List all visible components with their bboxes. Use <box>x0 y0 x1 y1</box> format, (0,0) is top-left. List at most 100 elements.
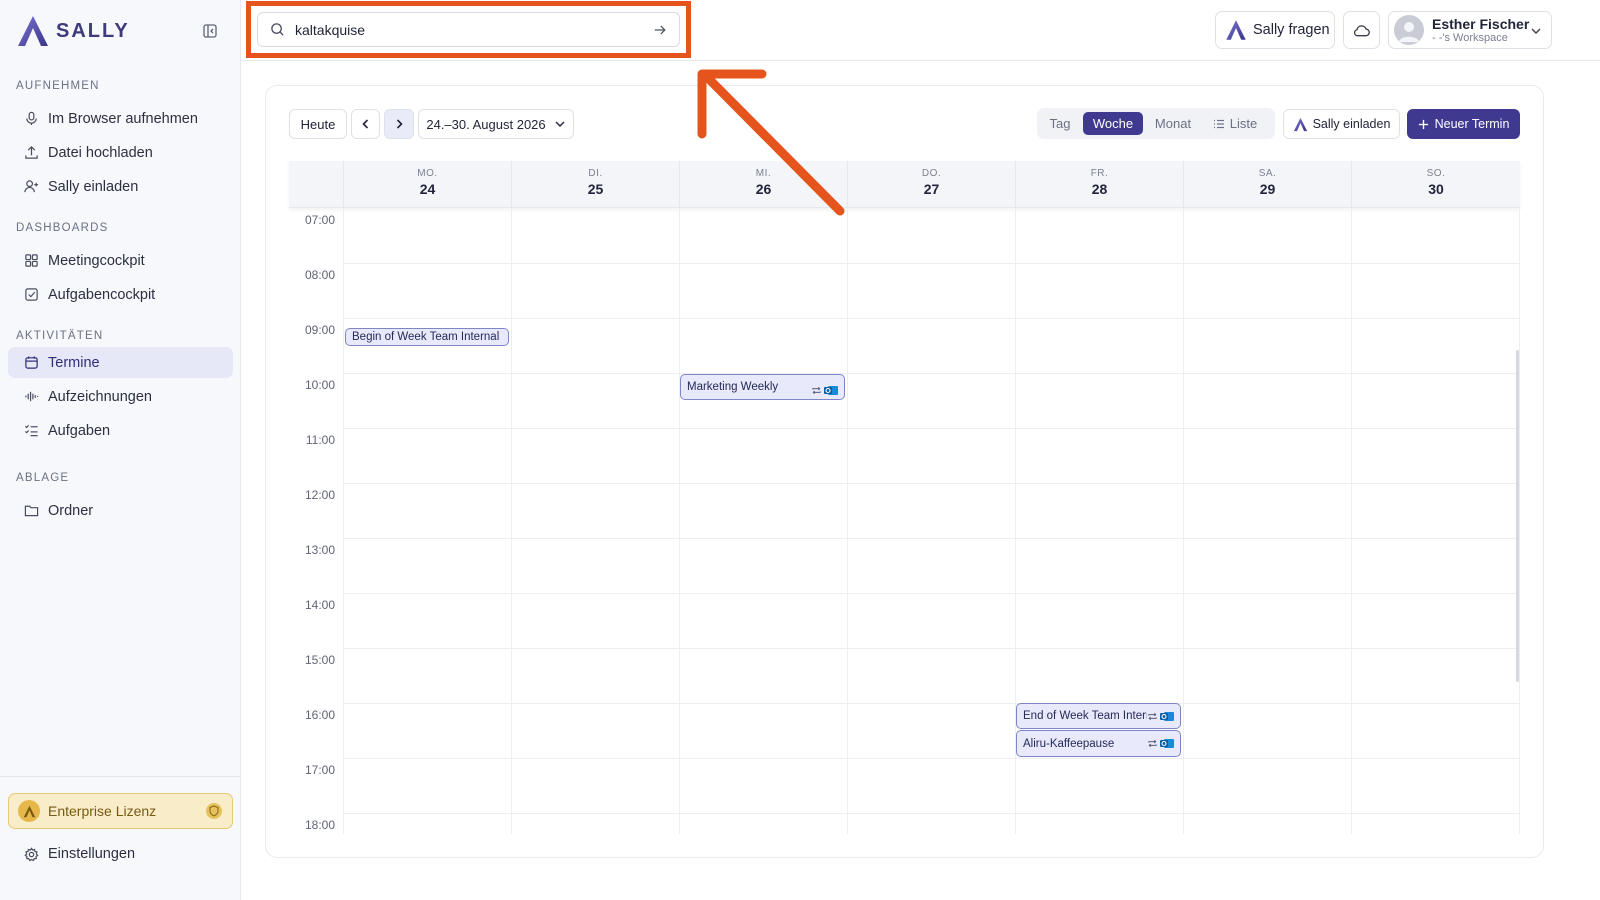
sidebar-item-label: Im Browser aufnehmen <box>48 110 198 127</box>
sidebar-item-aufgabencockpit[interactable]: Aufgabencockpit <box>8 279 233 310</box>
chevron-down-icon <box>1531 28 1541 34</box>
search-bar[interactable] <box>257 12 680 47</box>
grid-hour-line <box>343 318 1520 319</box>
sidebar-item-ordner[interactable]: Ordner <box>8 495 233 526</box>
plus-icon <box>1418 119 1428 129</box>
sidebar-item-label: Sally einladen <box>48 178 139 195</box>
grid-scrollbar[interactable] <box>1516 350 1519 682</box>
recurring-icon <box>1148 712 1157 720</box>
sidebar-item-browser-record[interactable]: Im Browser aufnehmen <box>8 103 233 134</box>
previous-week-button[interactable] <box>351 109 380 139</box>
folder-icon <box>24 505 39 517</box>
grid-hour-line <box>343 373 1520 374</box>
sidebar-item-aufzeichnungen[interactable]: Aufzeichnungen <box>8 381 233 412</box>
shield-icon <box>206 803 222 819</box>
day-header-fri[interactable]: FR. 28 <box>1015 161 1183 208</box>
day-number: 29 <box>1259 181 1276 197</box>
view-tab-label: Monat <box>1154 116 1192 131</box>
week-time-grid[interactable]: 07:00 08:00 09:00 10:00 11:00 12:00 13:0… <box>289 208 1520 834</box>
calendar-event[interactable]: Marketing Weekly <box>680 374 845 400</box>
grid-column-line <box>1519 208 1520 834</box>
week-day-header: MO. 24 DI. 25 MI. 26 DO. 27 FR. 28 SA. 2… <box>289 161 1520 208</box>
grid-column-line <box>679 208 680 834</box>
event-title: End of Week Team Internal <box>1023 710 1147 722</box>
list-icon <box>1213 119 1224 128</box>
brand-name: SALLY <box>56 19 130 42</box>
section-ablage: ABLAGE Ordner <box>0 469 241 529</box>
view-switcher: Tag Woche Monat Liste <box>1037 108 1275 139</box>
sidebar-item-upload[interactable]: Datei hochladen <box>8 137 233 168</box>
grid-hour-line <box>343 428 1520 429</box>
day-header-mon[interactable]: MO. 24 <box>343 161 511 208</box>
grid-hour-line <box>343 813 1520 814</box>
time-label: 15:00 <box>304 653 335 667</box>
calendar-event[interactable]: End of Week Team Internal <box>1016 703 1181 729</box>
enterprise-license-badge[interactable]: Enterprise Lizenz <box>8 793 233 829</box>
cloud-sync-button[interactable] <box>1343 11 1380 49</box>
event-title: Begin of Week Team Internal <box>352 331 500 343</box>
upload-icon <box>25 146 38 159</box>
ask-sally-button[interactable]: Sally fragen <box>1215 11 1335 49</box>
view-tab-liste[interactable]: Liste <box>1203 112 1267 135</box>
date-range-label: 24.–30. August 2026 <box>426 116 546 132</box>
workspace-name: - -'s Workspace <box>1432 31 1508 44</box>
time-label: 14:00 <box>304 598 335 612</box>
brand[interactable]: SALLY <box>16 14 130 48</box>
grid-hour-line <box>343 483 1520 484</box>
event-icons <box>811 385 838 396</box>
section-aktivitaeten: AKTIVITÄTEN Termine Aufzeichnungen Aufga… <box>0 327 241 449</box>
new-appointment-button[interactable]: Neuer Termin <box>1407 109 1520 139</box>
day-name: MO. <box>417 168 438 179</box>
calendar-event[interactable]: Aliru-Kaffeepause <box>1016 730 1181 757</box>
arrow-right-icon[interactable] <box>653 23 667 37</box>
sidebar-item-invite-sally[interactable]: Sally einladen <box>8 171 233 202</box>
grid-column-line <box>847 208 848 834</box>
sally-logo-icon <box>1226 20 1246 40</box>
chevron-right-icon <box>396 119 403 129</box>
section-title: AKTIVITÄTEN <box>16 330 104 342</box>
user-menu-button[interactable]: Esther Fischer - -'s Workspace <box>1388 11 1552 49</box>
date-range-picker[interactable]: 24.–30. August 2026 <box>418 109 574 139</box>
settings-label: Einstellungen <box>48 846 136 862</box>
sidebar-item-label: Aufgabencockpit <box>48 286 156 303</box>
cloud-icon <box>1353 24 1370 36</box>
grid-hour-line <box>343 703 1520 704</box>
day-header-sat[interactable]: SA. 29 <box>1183 161 1351 208</box>
sidebar-item-label: Termine <box>48 354 100 371</box>
sally-logo-icon <box>1293 117 1307 131</box>
view-tab-woche[interactable]: Woche <box>1083 112 1143 135</box>
settings-link[interactable]: Einstellungen <box>8 839 233 869</box>
sidebar-item-termine[interactable]: Termine <box>8 347 233 378</box>
sidebar-collapse-icon[interactable] <box>201 22 219 40</box>
today-button[interactable]: Heute <box>289 109 347 139</box>
calendar-icon <box>25 356 38 369</box>
task-list-icon <box>24 424 38 437</box>
recurring-icon <box>812 386 821 395</box>
day-header-sun[interactable]: SO. 30 <box>1351 161 1520 208</box>
section-title: AUFNEHMEN <box>16 80 100 92</box>
time-label: 16:00 <box>304 708 335 722</box>
event-icons <box>1147 711 1174 722</box>
search-icon <box>271 23 284 36</box>
user-info: Esther Fischer - -'s Workspace <box>1432 16 1529 45</box>
calendar-event[interactable]: Begin of Week Team Internal <box>345 328 509 346</box>
outlook-icon <box>1160 711 1174 721</box>
search-input[interactable] <box>295 21 643 38</box>
sidebar-item-label: Aufzeichnungen <box>48 388 152 405</box>
next-week-button[interactable] <box>384 109 414 139</box>
sidebar-item-label: Datei hochladen <box>48 144 153 161</box>
day-name: FR. <box>1090 168 1109 179</box>
day-header-tue[interactable]: DI. 25 <box>511 161 679 208</box>
invite-sally-button[interactable]: Sally einladen <box>1283 109 1400 139</box>
view-tab-tag[interactable]: Tag <box>1041 112 1079 135</box>
time-label: 11:00 <box>305 433 335 447</box>
day-number: 25 <box>587 181 604 197</box>
license-label: Enterprise Lizenz <box>48 803 157 819</box>
sidebar-item-meetingcockpit[interactable]: Meetingcockpit <box>8 245 233 276</box>
sidebar-item-aufgaben[interactable]: Aufgaben <box>8 415 233 446</box>
view-tab-monat[interactable]: Monat <box>1143 112 1203 135</box>
day-header-thu[interactable]: DO. 27 <box>847 161 1015 208</box>
sidebar-item-label: Aufgaben <box>48 422 111 439</box>
annotation-arrow-icon <box>697 69 845 216</box>
sidebar: SALLY AUFNEHMEN Im Browser aufnehmen Dat… <box>0 0 241 900</box>
